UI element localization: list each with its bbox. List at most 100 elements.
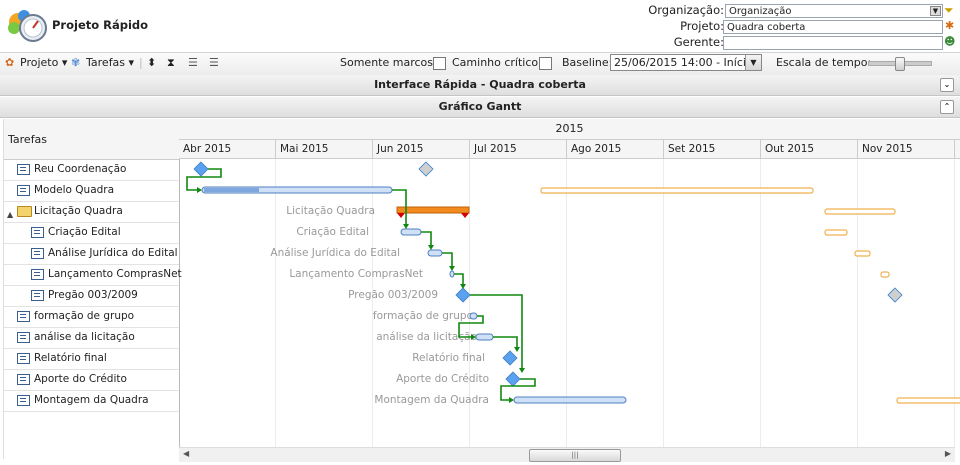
task-row[interactable]: Lançamento ComprasNet — [4, 264, 182, 286]
task-row[interactable]: Pregão 003/2009 — [4, 285, 179, 307]
toolbar: ✿ Projeto ▾ ✾ Tarefas ▾ | ⬍ ⧗ ☰ ☰ Soment… — [0, 52, 960, 76]
only-milestones-checkbox[interactable] — [433, 57, 446, 70]
task-row[interactable]: Montagem da Quadra — [4, 390, 179, 412]
task-name: Modelo Quadra — [34, 184, 115, 196]
gantt-panel-header[interactable]: Gráfico Gantt ⌃ — [0, 97, 960, 118]
task-list-header: Tarefas — [4, 119, 179, 160]
task-icon — [17, 164, 30, 175]
organization-select[interactable]: Organização ▼ — [725, 4, 943, 18]
filter-icon[interactable]: ⏷ — [944, 3, 954, 18]
task-row[interactable]: Aporte do Crédito — [4, 369, 179, 391]
milestone-diamond[interactable] — [193, 161, 209, 177]
dependency-arrow[interactable] — [428, 245, 434, 250]
task-name: análise da licitação — [34, 331, 135, 343]
task-icon — [17, 395, 30, 406]
dependency-link[interactable] — [454, 273, 464, 285]
task-bar[interactable] — [469, 312, 478, 320]
task-icon — [17, 332, 30, 343]
task-row[interactable]: Criação Edital — [4, 222, 179, 244]
gantt-chart[interactable]: 2015 Abr 2015 Mai 2015 Jun 2015 Jul 2015 Ago… — [179, 119, 960, 447]
baseline-label: Baseline: — [562, 56, 613, 69]
task-bar[interactable] — [400, 228, 422, 236]
task-row[interactable]: Modelo Quadra — [4, 180, 179, 202]
task-row[interactable]: Análise Jurídica do Edital — [4, 243, 179, 265]
task-row[interactable]: Reu Coordenação — [4, 159, 179, 181]
collapse-all-icon[interactable]: ⧗ — [167, 56, 175, 70]
baseline-bar[interactable] — [540, 187, 814, 194]
task-icon — [17, 374, 30, 385]
app-logo — [4, 6, 48, 46]
baseline-bar[interactable] — [896, 397, 960, 404]
baseline-bar[interactable] — [880, 271, 890, 278]
dependency-link[interactable] — [442, 252, 453, 267]
collapse-icon[interactable]: ⌃ — [940, 100, 954, 114]
summary-cap[interactable] — [397, 213, 405, 218]
dependency-arrow[interactable] — [197, 187, 202, 193]
chevron-down-icon[interactable]: ▼ — [930, 6, 941, 16]
tasks-menu[interactable]: Tarefas ▾ — [86, 56, 134, 70]
project-label: Projeto: — [680, 19, 724, 33]
dependency-arrow[interactable] — [519, 368, 525, 373]
task-row[interactable]: ▲ Licitação Quadra — [4, 201, 179, 223]
expand-icon[interactable]: ⌄ — [940, 78, 954, 92]
scroll-right-icon[interactable]: ▶ — [945, 449, 951, 458]
task-name: Relatório final — [34, 352, 107, 364]
task-row[interactable]: Relatório final — [4, 348, 179, 370]
dependency-arrow[interactable] — [509, 397, 514, 403]
task-name: Pregão 003/2009 — [48, 289, 138, 301]
summary-cap[interactable] — [461, 213, 469, 218]
baseline-bar[interactable] — [824, 208, 896, 215]
task-name: Reu Coordenação — [34, 163, 127, 175]
task-bar[interactable] — [427, 249, 443, 257]
task-bar[interactable] — [513, 396, 627, 404]
time-scale-slider[interactable] — [868, 57, 932, 71]
dependency-arrow[interactable] — [403, 224, 409, 229]
progress-fill[interactable] — [204, 188, 259, 192]
manager-field[interactable] — [723, 36, 943, 50]
task-bar[interactable] — [475, 333, 494, 341]
chevron-down-icon[interactable]: ▼ — [745, 55, 761, 70]
scroll-left-icon[interactable]: ◀ — [183, 449, 189, 458]
task-icon — [17, 353, 30, 364]
project-field[interactable]: Quadra coberta — [723, 20, 943, 34]
milestone-diamond[interactable] — [418, 161, 434, 177]
task-icon — [31, 290, 44, 301]
task-name: Criação Edital — [48, 226, 121, 238]
dependency-link[interactable] — [421, 231, 432, 246]
outdent-icon[interactable]: ☰ — [209, 56, 219, 70]
task-list-title: Tarefas — [8, 133, 48, 146]
baseline-select[interactable]: 25/06/2015 14:00 - Início ▼ — [610, 54, 762, 71]
interface-panel-header[interactable]: Interface Rápida - Quadra coberta ⌄ — [0, 75, 960, 96]
task-bar[interactable] — [449, 270, 455, 278]
organization-value: Organização — [729, 6, 792, 17]
milestone-diamond[interactable] — [455, 287, 471, 303]
task-row[interactable]: análise da licitação — [4, 327, 179, 349]
project-menu[interactable]: Projeto ▾ — [20, 56, 67, 70]
task-name: Aporte do Crédito — [34, 373, 127, 385]
baseline-bar[interactable] — [854, 250, 871, 257]
dependency-link[interactable] — [493, 336, 518, 348]
horizontal-scrollbar[interactable]: ◀ ||| ▶ — [179, 447, 955, 462]
milestone-diamond[interactable] — [502, 350, 518, 366]
dependency-arrow[interactable] — [514, 347, 520, 352]
dependency-arrow[interactable] — [471, 334, 476, 340]
milestone-diamond[interactable] — [887, 287, 903, 303]
scrollbar-thumb[interactable]: ||| — [529, 449, 621, 462]
summary-bar[interactable] — [396, 206, 470, 214]
task-row[interactable]: formação de grupo — [4, 306, 179, 328]
dependency-arrow[interactable] — [449, 266, 455, 271]
critical-path-checkbox[interactable] — [539, 57, 552, 70]
indent-icon[interactable]: ☰ — [188, 56, 198, 70]
project-picker-icon[interactable]: ✱ — [945, 19, 954, 32]
task-icon — [31, 227, 44, 238]
user-picker-icon[interactable]: ☻ — [944, 35, 955, 48]
dependency-arrow[interactable] — [460, 284, 466, 289]
expand-all-icon[interactable]: ⬍ — [147, 56, 156, 70]
task-name: formação de grupo — [34, 310, 135, 322]
task-icon — [17, 311, 30, 322]
milestone-diamond[interactable] — [505, 371, 521, 387]
baseline-bar[interactable] — [824, 229, 848, 236]
slider-thumb[interactable] — [895, 57, 905, 71]
baseline-value: 25/06/2015 14:00 - Início — [614, 56, 753, 69]
time-scale-label: Escala de tempo: — [776, 56, 872, 69]
